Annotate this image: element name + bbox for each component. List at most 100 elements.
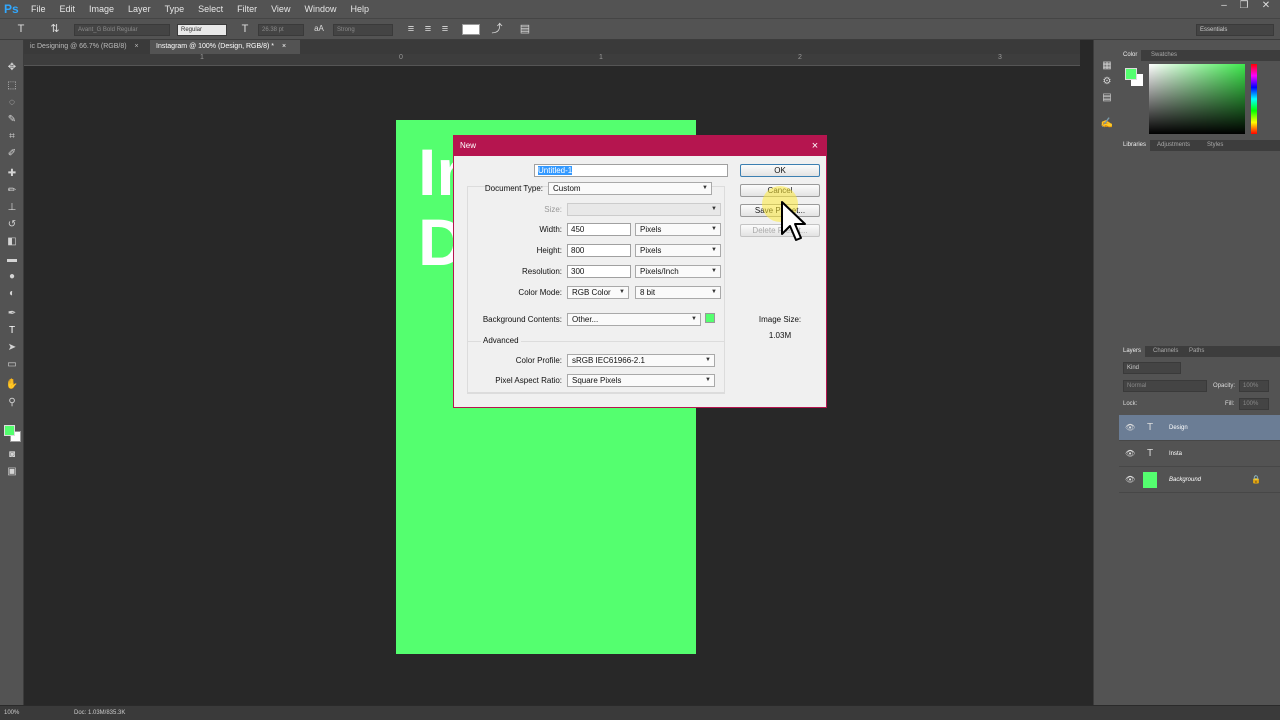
- align-right-icon[interactable]: ≡: [438, 22, 452, 36]
- dodge-tool-icon[interactable]: ◐: [3, 286, 21, 302]
- quick-mask-icon[interactable]: ◙: [3, 447, 21, 463]
- menu-filter[interactable]: Filter: [230, 0, 264, 18]
- toolbox: ✥ ⬚ ◌ ✎ ⌗ ✐ ✚ ✏ ⊥ ↺ ◧ ▬ ● ◐ ✒ T ➤ ▭ ✋ ⚲ …: [0, 40, 24, 705]
- close-icon[interactable]: ×: [808, 138, 822, 154]
- font-size-field[interactable]: 26.38 pt: [258, 24, 304, 36]
- clone-stamp-icon[interactable]: ⊥: [3, 200, 21, 216]
- blend-mode-select[interactable]: Normal: [1123, 380, 1207, 392]
- marquee-tool-icon[interactable]: ⬚: [3, 78, 21, 94]
- ok-button[interactable]: OK: [740, 164, 820, 177]
- dialog-title: New: [460, 141, 477, 150]
- shape-tool-icon[interactable]: ▭: [3, 357, 21, 373]
- brush-tool-icon[interactable]: ✏: [3, 183, 21, 199]
- resolution-unit-select[interactable]: Pixels/Inch ▼: [635, 265, 721, 278]
- healing-brush-icon[interactable]: ✚: [3, 166, 21, 182]
- tab-adjustments[interactable]: Adjustments: [1153, 140, 1194, 151]
- menu-type[interactable]: Type: [158, 0, 192, 18]
- warp-text-icon[interactable]: ⤴: [490, 22, 504, 36]
- color-picker-field[interactable]: [1149, 64, 1245, 134]
- crop-tool-icon[interactable]: ⌗: [3, 129, 21, 145]
- screen-mode-icon[interactable]: ▣: [3, 464, 21, 480]
- layer-row-background[interactable]: 👁 Background 🔒: [1119, 467, 1280, 493]
- visibility-eye-icon[interactable]: 👁: [1125, 415, 1135, 441]
- hue-slider[interactable]: [1251, 64, 1257, 134]
- restore-icon[interactable]: ❐: [1234, 0, 1254, 14]
- antialias-select[interactable]: Strong: [333, 24, 393, 36]
- minimize-icon[interactable]: ‒: [1214, 0, 1234, 14]
- visibility-eye-icon[interactable]: 👁: [1125, 467, 1135, 493]
- tab-paths[interactable]: Paths: [1185, 346, 1208, 357]
- zoom-tool-icon[interactable]: ⚲: [3, 395, 21, 411]
- workspace-select[interactable]: Essentials: [1196, 24, 1274, 36]
- font-style-select[interactable]: Regular: [177, 24, 227, 36]
- layer-row-design[interactable]: 👁 T Design: [1119, 415, 1280, 441]
- menu-help[interactable]: Help: [343, 0, 376, 18]
- menu-file[interactable]: File: [24, 0, 53, 18]
- menu-select[interactable]: Select: [191, 0, 230, 18]
- foreground-color-swatch[interactable]: [4, 425, 15, 436]
- resolution-input[interactable]: 300: [567, 265, 631, 278]
- tab-libraries[interactable]: Libraries: [1119, 140, 1151, 151]
- gradient-tool-icon[interactable]: ▬: [3, 252, 21, 268]
- character-panel-icon[interactable]: ▤: [518, 22, 532, 36]
- height-unit-select[interactable]: Pixels ▼: [635, 244, 721, 257]
- layer-row-insta[interactable]: 👁 T Insta: [1119, 441, 1280, 467]
- hand-tool-icon[interactable]: ✋: [3, 377, 21, 393]
- tab-channels[interactable]: Channels: [1149, 346, 1182, 357]
- close-window-icon[interactable]: ✕: [1256, 0, 1276, 14]
- menu-layer[interactable]: Layer: [121, 0, 158, 18]
- tab-layers[interactable]: Layers: [1119, 346, 1146, 357]
- menu-edit[interactable]: Edit: [53, 0, 83, 18]
- eyedropper-tool-icon[interactable]: ✐: [3, 146, 21, 162]
- brush-presets-icon[interactable]: ✍: [1098, 116, 1116, 132]
- height-input[interactable]: 800: [567, 244, 631, 257]
- move-tool-icon[interactable]: ✥: [3, 60, 21, 76]
- align-left-icon[interactable]: ≡: [404, 22, 418, 36]
- font-family-select[interactable]: Avant_G Bold Regular: [74, 24, 170, 36]
- opacity-field[interactable]: 100%: [1239, 380, 1269, 392]
- eraser-tool-icon[interactable]: ◧: [3, 234, 21, 250]
- path-select-icon[interactable]: ➤: [3, 340, 21, 356]
- history-brush-icon[interactable]: ↺: [3, 217, 21, 233]
- background-contents-select[interactable]: Other... ▼: [567, 313, 701, 326]
- text-color-swatch[interactable]: [462, 24, 480, 35]
- panel-foreground-swatch[interactable]: [1125, 68, 1137, 80]
- tab-close-icon[interactable]: ×: [282, 43, 286, 50]
- document-type-select[interactable]: Custom ▼: [548, 182, 712, 195]
- background-color-swatch[interactable]: [705, 313, 715, 323]
- dropdown-arrow-icon: ▼: [711, 226, 717, 232]
- tab-color[interactable]: Color: [1119, 50, 1142, 61]
- color-profile-select[interactable]: sRGB IEC61966-2.1 ▼: [567, 354, 715, 367]
- tab-swatches[interactable]: Swatches: [1147, 50, 1181, 61]
- type-tool-icon[interactable]: T: [3, 323, 21, 339]
- history-panel-icon[interactable]: ▦: [1098, 58, 1116, 74]
- menu-window[interactable]: Window: [297, 0, 343, 18]
- pixel-aspect-select[interactable]: Square Pixels ▼: [567, 374, 715, 387]
- blur-tool-icon[interactable]: ●: [3, 269, 21, 285]
- tab-close-icon[interactable]: ×: [135, 43, 139, 50]
- align-center-icon[interactable]: ≡: [421, 22, 435, 36]
- quick-select-tool-icon[interactable]: ✎: [3, 112, 21, 128]
- visibility-eye-icon[interactable]: 👁: [1125, 441, 1135, 467]
- photoshop-window: Ps File Edit Image Layer Type Select Fil…: [0, 0, 1280, 720]
- menu-view[interactable]: View: [264, 0, 297, 18]
- name-input[interactable]: Untitled-1: [534, 164, 728, 177]
- width-unit-select[interactable]: Pixels ▼: [635, 223, 721, 236]
- color-mode-select[interactable]: RGB Color ▼: [567, 286, 629, 299]
- advanced-toggle[interactable]: Advanced: [481, 336, 521, 345]
- bit-depth-select[interactable]: 8 bit ▼: [635, 286, 721, 299]
- type-tool-preset-icon[interactable]: T: [14, 22, 28, 36]
- dialog-title-bar[interactable]: New: [454, 136, 826, 156]
- doc-size[interactable]: Doc: 1.03M/835.3K: [74, 710, 125, 716]
- pen-tool-icon[interactable]: ✒: [3, 306, 21, 322]
- text-orientation-icon[interactable]: ⇅: [48, 22, 62, 36]
- width-input[interactable]: 450: [567, 223, 631, 236]
- zoom-level[interactable]: 100%: [4, 710, 19, 716]
- lasso-tool-icon[interactable]: ◌: [3, 95, 21, 111]
- fill-field[interactable]: 100%: [1239, 398, 1269, 410]
- menu-image[interactable]: Image: [82, 0, 121, 18]
- layer-filter-kind[interactable]: Kind: [1123, 362, 1181, 374]
- tab-styles[interactable]: Styles: [1203, 140, 1227, 151]
- tab-basic-designing[interactable]: ic Designing @ 66.7% (RGB/8) ×: [24, 40, 150, 54]
- tab-instagram[interactable]: Instagram @ 100% (Design, RGB/8) * ×: [150, 40, 300, 54]
